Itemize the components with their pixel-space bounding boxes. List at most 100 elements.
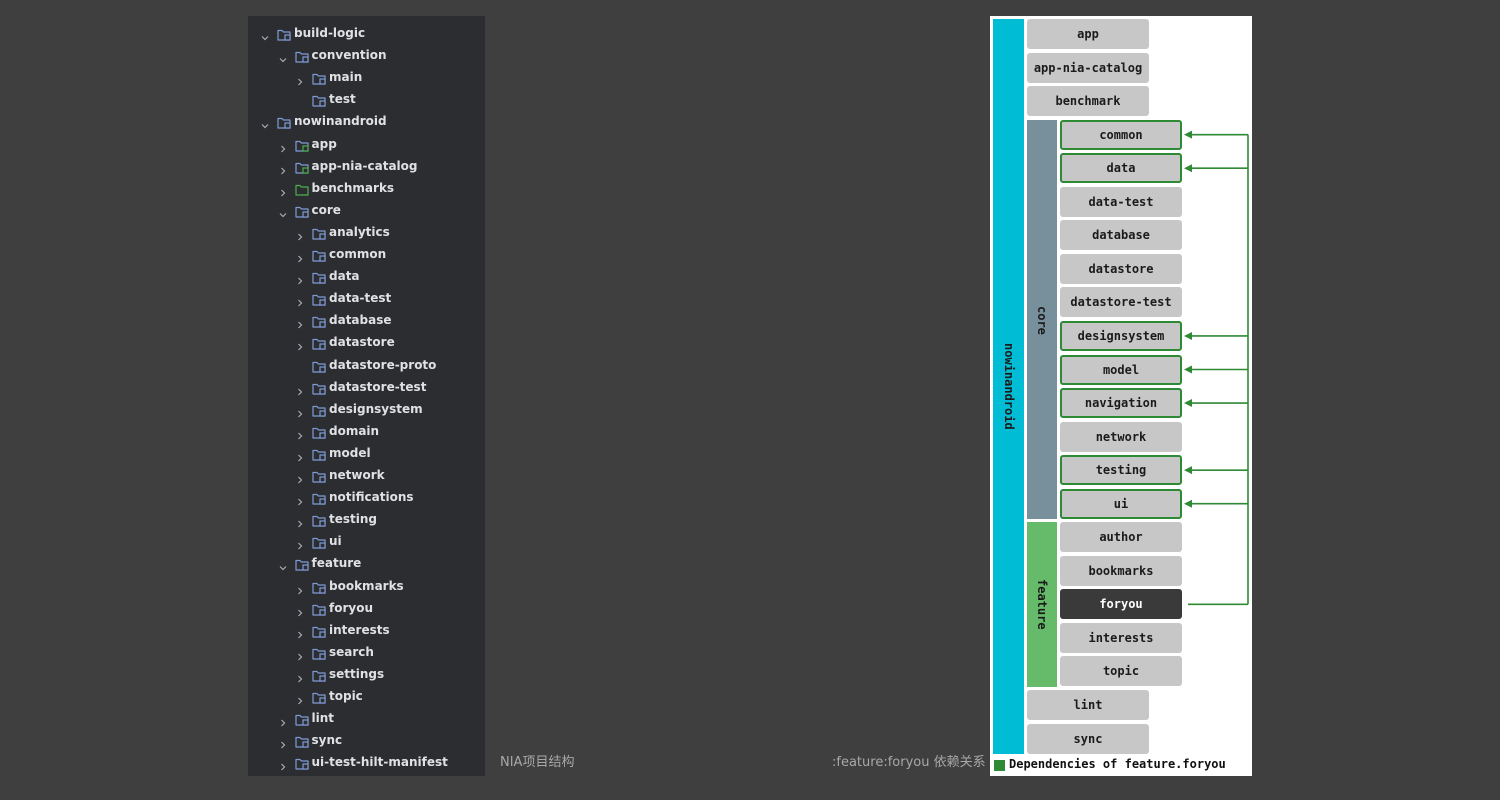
tree-item-datastore-proto[interactable]: datastore-proto (248, 354, 485, 376)
arrow-head-icon (1184, 499, 1192, 508)
tree-item-designsystem[interactable]: designsystem (248, 398, 485, 420)
tree-item-label: feature (311, 556, 362, 571)
tree-item-lint[interactable]: lint (248, 707, 485, 729)
module-folder-icon (312, 225, 326, 240)
tree-item-core[interactable]: core (248, 199, 485, 221)
tree-item-label: test (329, 92, 356, 107)
chevron-right-icon[interactable] (295, 603, 305, 617)
tree-item-label: search (329, 644, 374, 659)
chevron-right-icon[interactable] (295, 337, 305, 351)
chevron-right-icon[interactable] (295, 404, 305, 418)
chevron-right-icon[interactable] (278, 139, 288, 152)
chevron-down-icon[interactable] (260, 116, 270, 129)
chevron-right-icon[interactable] (295, 271, 305, 285)
module-folder-icon (312, 490, 326, 505)
tree-item-label: nowinandroid (294, 114, 387, 129)
module-folder-icon (312, 380, 326, 395)
chevron-down-icon[interactable] (278, 205, 288, 218)
tree-item-label: sync (311, 733, 343, 748)
tree-item-topic[interactable]: topic (248, 685, 485, 707)
chevron-right-icon[interactable] (295, 536, 305, 550)
chevron-right-icon[interactable] (295, 293, 305, 307)
tree-item-app[interactable]: app (248, 133, 485, 155)
tree-item-interests[interactable]: interests (248, 619, 485, 641)
tree-item-foryou[interactable]: foryou (248, 597, 485, 619)
tree-item-convention[interactable]: convention (248, 44, 485, 66)
chevron-right-icon[interactable] (295, 691, 305, 705)
module-folder-icon (294, 556, 309, 571)
tree-item-sync[interactable]: sync (248, 729, 485, 751)
tree-item-app-nia-catalog[interactable]: app-nia-catalog (248, 155, 485, 177)
tree-item-label: notifications (329, 490, 414, 505)
tree-item-build-logic[interactable]: build-logic (248, 22, 485, 44)
chevron-right-icon[interactable] (295, 514, 305, 528)
legend-swatch (994, 760, 1005, 771)
chevron-right-icon[interactable] (295, 72, 305, 86)
tree-item-label: designsystem (329, 401, 423, 416)
chevron-right-icon[interactable] (295, 382, 305, 396)
chevron-right-icon[interactable] (278, 183, 288, 197)
tree-item-feature[interactable]: feature (248, 552, 485, 574)
tree-item-label: model (329, 445, 371, 460)
chevron-right-icon[interactable] (278, 735, 288, 749)
chevron-down-icon[interactable] (260, 28, 270, 41)
chevron-right-icon[interactable] (295, 647, 305, 661)
tree-item-ui-test-hilt-manifest[interactable]: ui-test-hilt-manifest (248, 751, 485, 773)
tree-item-benchmarks[interactable]: benchmarks (248, 177, 485, 199)
tree-item-label: datastore-proto (329, 357, 437, 372)
tree-item-label: ui (329, 534, 342, 549)
project-tree-panel: build-logic convention main test nowinandroi… (248, 16, 485, 776)
arrow-head-icon (1184, 399, 1192, 408)
chevron-right-icon[interactable] (295, 470, 305, 484)
tree-item-data[interactable]: data (248, 265, 485, 287)
chevron-down-icon[interactable] (278, 558, 288, 571)
chevron-right-icon[interactable] (295, 227, 305, 241)
chevron-right-icon[interactable] (295, 492, 305, 506)
chevron-right-icon[interactable] (295, 249, 305, 263)
module-folder-icon (277, 114, 291, 129)
chevron-right-icon[interactable] (278, 161, 288, 175)
tree-item-database[interactable]: database (248, 309, 485, 331)
tree-item-settings[interactable]: settings (248, 663, 485, 685)
chevron-right-icon[interactable] (278, 713, 288, 727)
tree-item-nowinandroid[interactable]: nowinandroid (248, 110, 485, 132)
module-folder-icon (294, 711, 309, 726)
tree-item-label: interests (329, 622, 390, 637)
module-folder-icon (312, 623, 326, 638)
tree-item-model[interactable]: model (248, 442, 485, 464)
module-folder-icon (312, 70, 326, 85)
tree-item-datastore-test[interactable]: datastore-test (248, 376, 485, 398)
tree-item-network[interactable]: network (248, 464, 485, 486)
chevron-right-icon[interactable] (295, 315, 305, 329)
module-folder-icon (294, 203, 309, 218)
chevron-right-icon[interactable] (278, 757, 288, 771)
tree-item-bookmarks[interactable]: bookmarks (248, 575, 485, 597)
tree-item-main[interactable]: main (248, 66, 485, 88)
chevron-right-icon[interactable] (295, 426, 305, 440)
arrow-head-icon (1184, 331, 1192, 340)
chevron-right-icon[interactable] (295, 448, 305, 462)
tree-item-label: database (329, 313, 392, 328)
chevron-right-icon[interactable] (295, 625, 305, 639)
module-folder-icon (312, 579, 326, 594)
tree-item-label: app-nia-catalog (311, 158, 418, 173)
module-folder-icon (312, 667, 326, 682)
tree-item-label: analytics (329, 224, 390, 239)
tree-item-notifications[interactable]: notifications (248, 486, 485, 508)
chevron-down-icon[interactable] (278, 50, 288, 63)
tree-item-common[interactable]: common (248, 243, 485, 265)
module-folder-icon (312, 689, 326, 704)
tree-item-domain[interactable]: domain (248, 420, 485, 442)
chevron-right-icon[interactable] (295, 669, 305, 683)
module-folder-icon (312, 92, 326, 107)
chevron-right-icon[interactable] (295, 581, 305, 594)
tree-item-ui[interactable]: ui (248, 530, 485, 552)
test-folder-icon (294, 181, 309, 196)
android-module-folder-icon (294, 159, 309, 174)
tree-item-analytics[interactable]: analytics (248, 221, 485, 243)
tree-item-datastore[interactable]: datastore (248, 331, 485, 353)
tree-item-data-test[interactable]: data-test (248, 287, 485, 309)
tree-item-testing[interactable]: testing (248, 508, 485, 530)
tree-item-test[interactable]: test (248, 88, 485, 110)
tree-item-search[interactable]: search (248, 641, 485, 663)
